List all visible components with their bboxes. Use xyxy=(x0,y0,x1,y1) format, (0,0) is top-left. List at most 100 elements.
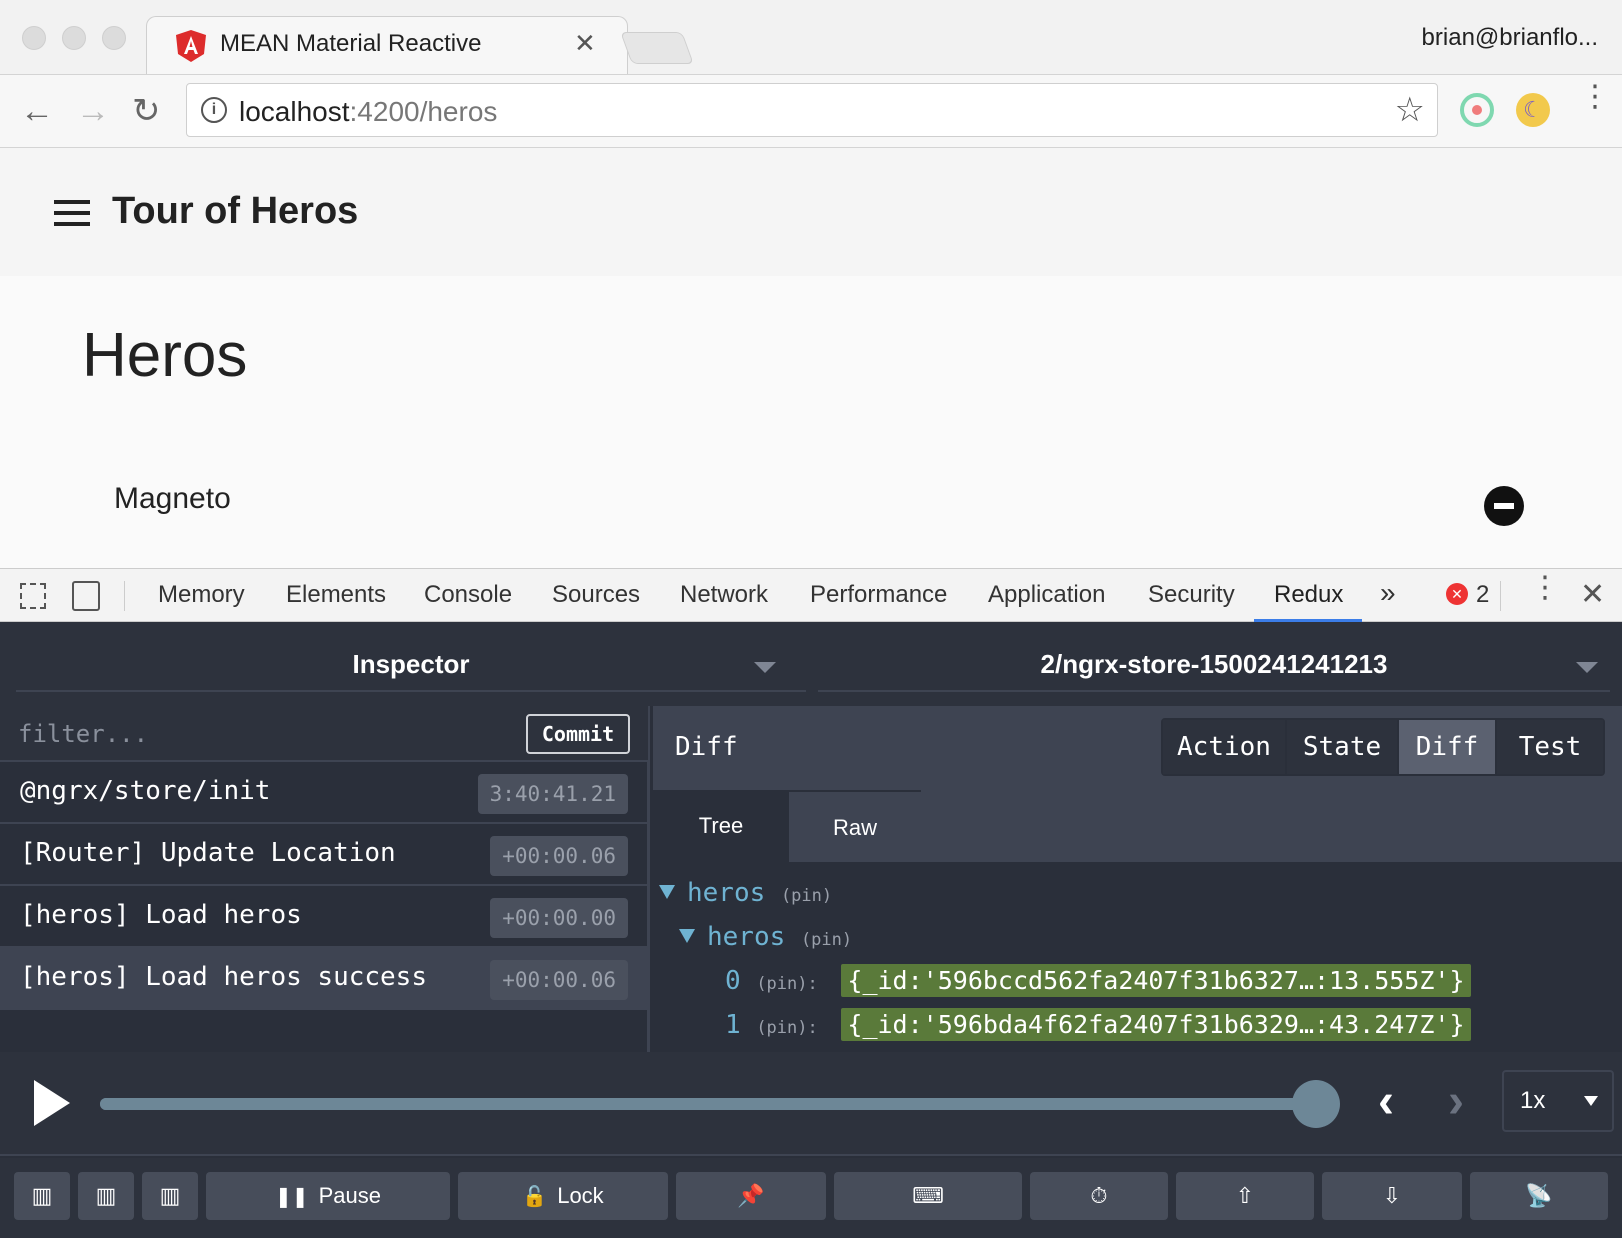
forward-icon[interactable]: → xyxy=(76,93,110,129)
lock-label: Lock xyxy=(557,1183,604,1208)
reload-icon[interactable]: ↻ xyxy=(132,93,161,129)
pin-label[interactable]: (pin) xyxy=(801,930,852,950)
bookmark-star-icon[interactable]: ☆ xyxy=(1395,90,1425,130)
speed-select[interactable]: 1x xyxy=(1502,1070,1614,1132)
action-name: @ngrx/store/init xyxy=(20,776,271,806)
window-zoom-button[interactable] xyxy=(102,26,126,50)
dock-right-icon: ▥ xyxy=(95,1183,117,1208)
monitor-select-value: Inspector xyxy=(352,649,470,679)
pause-button[interactable]: ❚❚ Pause xyxy=(206,1172,450,1220)
url-host: localhost xyxy=(239,96,350,127)
app-content: Heros Magneto xyxy=(0,276,1622,568)
speed-value: 1x xyxy=(1520,1087,1546,1114)
hamburger-menu-icon[interactable] xyxy=(54,200,90,226)
tree-item[interactable]: 0 (pin): {_id:'596bccd562fa2407f31b6327…… xyxy=(725,964,1471,997)
tab-test[interactable]: Test xyxy=(1497,720,1603,774)
redux-devtools-panel: Inspector 2/ngrx-store-1500241241213 Com… xyxy=(0,622,1622,1238)
dock-right-button[interactable]: ▥ xyxy=(78,1172,134,1220)
hero-list-item[interactable]: Magneto xyxy=(114,482,231,516)
remove-hero-button[interactable] xyxy=(1484,486,1524,526)
monitor-select[interactable]: Inspector xyxy=(16,636,806,692)
tree-index: 1 xyxy=(725,1010,741,1040)
info-icon[interactable]: i xyxy=(201,97,227,123)
error-count[interactable]: 2 xyxy=(1476,581,1489,609)
tab-diff[interactable]: Diff xyxy=(1399,720,1497,774)
inspect-element-icon[interactable] xyxy=(20,583,46,609)
filter-input[interactable] xyxy=(18,714,498,754)
browser-menu-icon[interactable]: ⋮ xyxy=(1580,82,1610,112)
tab-security[interactable]: Security xyxy=(1148,581,1235,609)
pause-label: Pause xyxy=(318,1183,381,1208)
more-tabs-icon[interactable]: » xyxy=(1380,577,1396,609)
slider-thumb[interactable] xyxy=(1292,1080,1340,1128)
tab-memory[interactable]: Memory xyxy=(158,581,245,609)
tree-node[interactable]: heros (pin) xyxy=(679,922,852,952)
tab-elements[interactable]: Elements xyxy=(286,581,386,609)
action-row[interactable]: @ngrx/store/init 3:40:41.21 xyxy=(0,762,648,824)
dock-bottom-button[interactable]: ▥ xyxy=(142,1172,198,1220)
state-tree: heros (pin) heros (pin) 0 (pin): {_id:'5… xyxy=(653,862,1622,1052)
lock-icon: 🔓 xyxy=(522,1186,548,1208)
expand-triangle-icon[interactable] xyxy=(679,929,695,943)
extension-icon[interactable] xyxy=(1460,93,1494,127)
chevron-down-icon xyxy=(1576,662,1598,673)
extension-moon-icon[interactable]: ☾ xyxy=(1516,93,1550,127)
profile-name[interactable]: brian@brianflo... xyxy=(1422,24,1598,52)
tree-key: heros xyxy=(707,922,786,952)
error-icon[interactable]: ✕ xyxy=(1446,583,1468,605)
tab-state[interactable]: State xyxy=(1287,720,1399,774)
tree-node[interactable]: heros (pin) xyxy=(659,878,832,908)
action-name: [Router] Update Location xyxy=(20,838,396,868)
devtools-close-icon[interactable]: ✕ xyxy=(1580,577,1605,612)
expand-triangle-icon[interactable] xyxy=(659,885,675,899)
next-action-icon[interactable]: › xyxy=(1448,1078,1464,1126)
bottom-toolbar: ▥ ▥ ▥ ❚❚ Pause 🔓 Lock 📌 ⌨ ⏱ ⇧ ⇩ 📡 xyxy=(0,1158,1622,1238)
pin-label[interactable]: (pin) xyxy=(756,1018,807,1038)
remote-button[interactable]: 📡 xyxy=(1470,1172,1608,1220)
new-tab-button[interactable] xyxy=(620,32,694,64)
tab-close-icon[interactable]: ✕ xyxy=(574,28,596,59)
tab-sources[interactable]: Sources xyxy=(552,581,640,609)
window-minimize-button[interactable] xyxy=(62,26,86,50)
pin-label[interactable]: (pin) xyxy=(781,886,832,906)
device-toolbar-icon[interactable] xyxy=(72,581,100,611)
address-bar[interactable]: i localhost:4200/heros ☆ xyxy=(186,83,1438,137)
window-close-button[interactable] xyxy=(22,26,46,50)
app-title: Tour of Heros xyxy=(112,190,359,232)
tab-tree[interactable]: Tree xyxy=(653,790,789,862)
play-icon[interactable] xyxy=(34,1080,70,1126)
dock-left-button[interactable]: ▥ xyxy=(14,1172,70,1220)
lock-button[interactable]: 🔓 Lock xyxy=(458,1172,668,1220)
export-button[interactable]: ⇩ xyxy=(1322,1172,1462,1220)
slider-toggle-button[interactable]: ⏱ xyxy=(1030,1172,1168,1220)
previous-action-icon[interactable]: ‹ xyxy=(1378,1078,1394,1126)
action-list: Commit @ngrx/store/init 3:40:41.21 [Rout… xyxy=(0,706,650,1052)
angular-favicon-icon xyxy=(176,30,206,62)
timeline-slider[interactable] xyxy=(100,1098,1320,1110)
import-button[interactable]: ⇧ xyxy=(1176,1172,1314,1220)
tab-action[interactable]: Action xyxy=(1163,720,1287,774)
tab-application[interactable]: Application xyxy=(988,581,1105,609)
instance-select-value: 2/ngrx-store-1500241241213 xyxy=(1040,649,1388,679)
dispatcher-button[interactable]: ⌨ xyxy=(834,1172,1022,1220)
tab-redux[interactable]: Redux xyxy=(1274,581,1343,609)
devtools-menu-icon[interactable]: ⋮ xyxy=(1530,573,1560,603)
tab-raw[interactable]: Raw xyxy=(789,790,921,862)
url-text[interactable]: localhost:4200/heros xyxy=(239,96,497,128)
monitor-bar: Inspector 2/ngrx-store-1500241241213 xyxy=(0,622,1622,706)
back-icon[interactable]: ← xyxy=(20,93,54,129)
action-row[interactable]: [heros] Load heros +00:00.00 xyxy=(0,886,648,948)
tab-performance[interactable]: Performance xyxy=(810,581,947,609)
tree-item[interactable]: 1 (pin): {_id:'596bda4f62fa2407f31b6329…… xyxy=(725,1008,1471,1041)
action-row-selected[interactable]: [heros] Load heros success +00:00.06 xyxy=(0,948,648,1010)
action-time: 3:40:41.21 xyxy=(477,774,628,814)
instance-select[interactable]: 2/ngrx-store-1500241241213 xyxy=(818,636,1610,692)
action-name: [heros] Load heros xyxy=(20,900,302,930)
commit-button[interactable]: Commit xyxy=(526,714,630,754)
tab-network[interactable]: Network xyxy=(680,581,768,609)
pin-label[interactable]: (pin) xyxy=(756,974,807,994)
action-row[interactable]: [Router] Update Location +00:00.06 xyxy=(0,824,648,886)
download-icon: ⇩ xyxy=(1382,1183,1402,1208)
tab-console[interactable]: Console xyxy=(424,581,512,609)
persist-button[interactable]: 📌 xyxy=(676,1172,826,1220)
